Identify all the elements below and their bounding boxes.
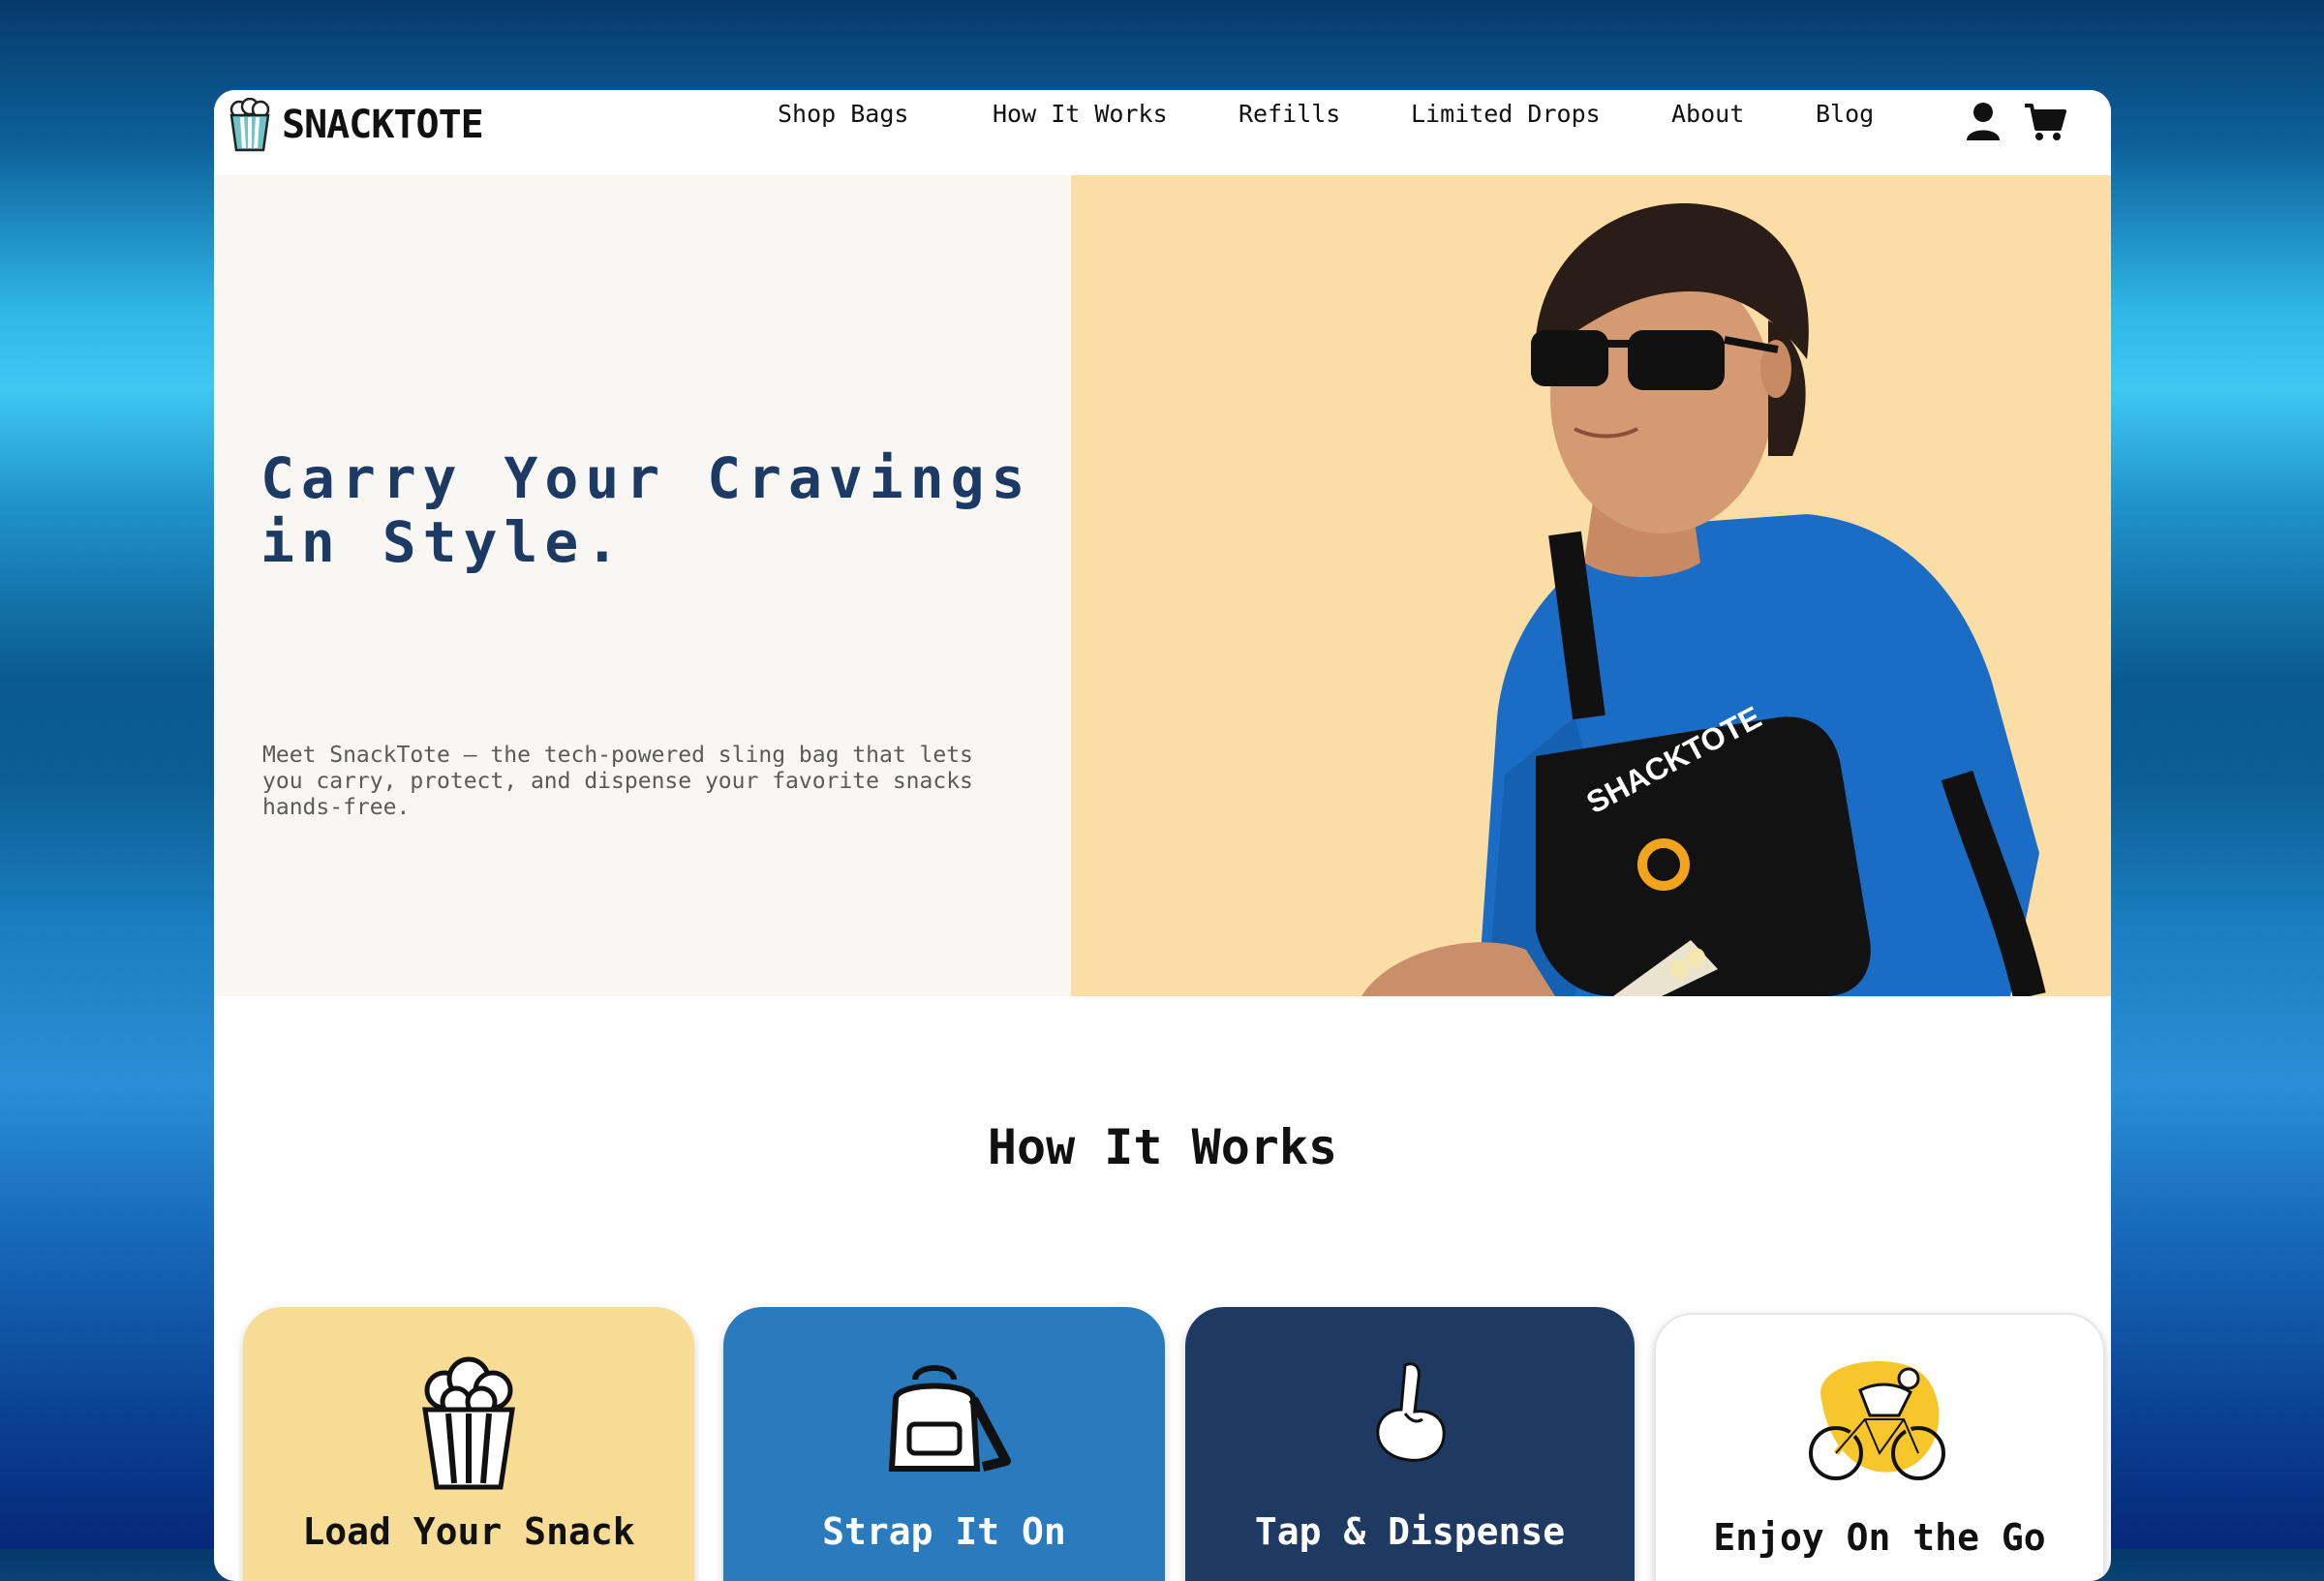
nav-how-it-works[interactable]: How It Works xyxy=(993,100,1168,128)
account-icon[interactable] xyxy=(1965,102,2002,142)
nav-refills[interactable]: Refills xyxy=(1238,100,1340,128)
nav-blog[interactable]: Blog xyxy=(1816,100,1874,128)
hero-subtext: Meet SnackTote — the tech-powered sling … xyxy=(262,743,973,820)
nav-shop-bags[interactable]: Shop Bags xyxy=(778,100,908,128)
nav-about[interactable]: About xyxy=(1671,100,1744,128)
site-header: SNACKTOTE Shop Bags How It Works Refills… xyxy=(214,90,2111,175)
cart-icon[interactable] xyxy=(2023,102,2067,142)
backpack-icon xyxy=(888,1365,1011,1472)
page-frame: SNACKTOTE Shop Bags How It Works Refills… xyxy=(214,90,2111,1581)
step-card-strap-it-on[interactable]: Strap It On xyxy=(723,1307,1165,1581)
step-card-load-your-snack[interactable]: Load Your Snack xyxy=(243,1307,694,1581)
pointing-hand-icon xyxy=(1376,1362,1446,1462)
hero-image: SHACKTOTE xyxy=(1071,175,2111,996)
step-title: Enjoy On the Go xyxy=(1713,1516,2046,1559)
hero-text-panel: Carry Your Cravings in Style. Meet Snack… xyxy=(214,175,1071,996)
step-card-enjoy-on-the-go[interactable]: Enjoy On the Go xyxy=(1654,1313,2105,1581)
nav-limited-drops[interactable]: Limited Drops xyxy=(1411,100,1601,128)
hero-photo-model: SHACKTOTE xyxy=(1071,175,2111,996)
step-title: Load Your Snack xyxy=(302,1510,635,1553)
how-it-works-title: How It Works xyxy=(987,1119,1338,1175)
main-nav: Shop Bags How It Works Refills Limited D… xyxy=(214,100,2111,138)
cyclist-icon xyxy=(1809,1361,1945,1480)
hero-headline: Carry Your Cravings in Style. xyxy=(260,445,1032,575)
step-title: Strap It On xyxy=(822,1510,1066,1553)
step-title: Tap & Dispense xyxy=(1254,1510,1566,1553)
step-card-tap-and-dispense[interactable]: Tap & Dispense xyxy=(1185,1307,1635,1581)
popcorn-icon xyxy=(422,1356,515,1490)
